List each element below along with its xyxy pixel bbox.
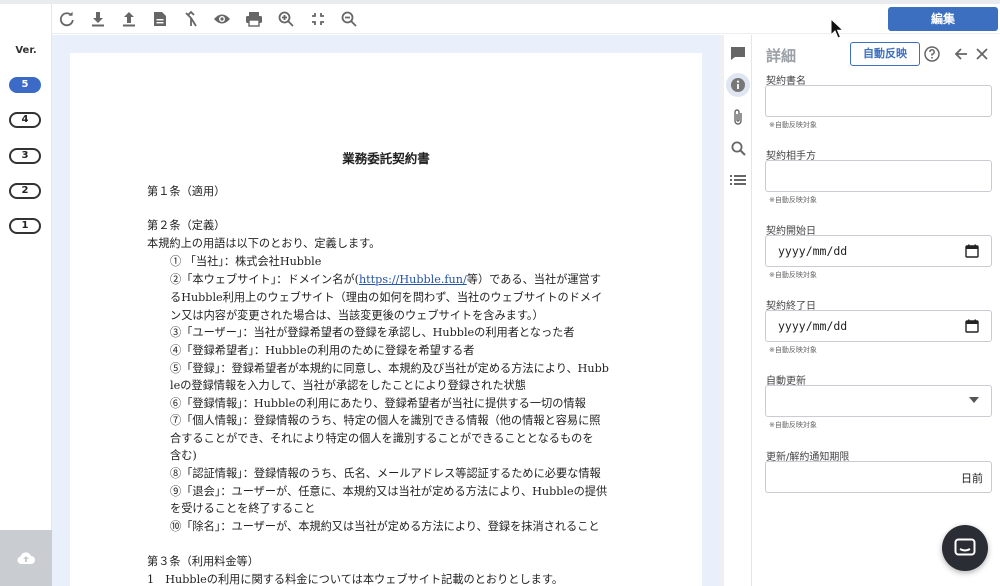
doc-line: leの登録情報を入力して、当社が承認をしたことにより登録された状態 (170, 379, 526, 392)
days-before-suffix: 日前 (961, 472, 983, 485)
document-title: 業務委託契約書 (342, 151, 430, 166)
doc-line: 第３条（利用料金等） (147, 555, 259, 568)
auto-reflect-note: ※自動反映対象 (769, 121, 817, 129)
calendar-icon[interactable] (965, 319, 979, 333)
cloud-upload-icon (17, 552, 35, 564)
version-3-button[interactable]: 3 (9, 148, 41, 164)
chat-button[interactable] (942, 525, 988, 571)
doc-line: ⑧「認証情報」：登録情報のうち、氏名、メールアドレス等認証するために必要な情報 (170, 467, 601, 480)
version-4-button[interactable]: 4 (9, 112, 41, 128)
eye-icon[interactable] (213, 10, 231, 28)
list-icon[interactable] (726, 168, 750, 192)
zoom-out-icon[interactable] (340, 10, 358, 28)
attachment-icon[interactable] (726, 105, 750, 129)
doc-line: 合することができ、それにより特定の個人を識別することができることとなるものを (170, 432, 594, 445)
doc-line: ⑦「個人情報」：登録情報のうち、特定の個人を識別できる情報（他の情報と容易に照 (170, 414, 601, 427)
doc-line: 第１条（適用） (147, 185, 226, 198)
version-title: Ver. (15, 45, 37, 56)
doc-line-text: 等）である、当社が運営す (466, 273, 601, 286)
doc-line: ⑩「除名」：ユーザーが、本規約又は当社が定める方法により、登録を抹消されること (170, 520, 600, 533)
close-icon[interactable] (973, 45, 991, 63)
doc-line-text: ②「本ウェブサイト」：ドメイン名が( (170, 273, 359, 286)
print-icon[interactable] (245, 10, 263, 28)
upload-button[interactable] (0, 530, 52, 586)
document-icon[interactable] (151, 10, 169, 28)
panel-title: 詳細 (766, 47, 797, 65)
doc-line: 第２条（定義） (147, 219, 226, 232)
toolbar (52, 4, 1000, 34)
doc-line: 含む) (170, 449, 197, 462)
auto-reflect-button[interactable]: 自動反映 (850, 42, 920, 66)
doc-line: るHubble利用上のウェブサイト（理由の如何を問わず、当社のウェブサイトのドメ… (170, 291, 603, 304)
end-date-input[interactable]: yyyy/mm/dd (765, 310, 992, 342)
counterparty-input[interactable] (765, 160, 992, 192)
mouse-cursor-icon (830, 18, 845, 39)
doc-line: ④「登録希望者」：Hubbleの利用のために登録を希望する者 (170, 344, 475, 357)
auto-reflect-note: ※自動反映対象 (769, 196, 817, 204)
doc-line: を受けることを終了すること (170, 502, 316, 515)
doc-line: 本規約上の用語は以下のとおり、定義します。 (147, 237, 381, 250)
version-1-button[interactable]: 1 (9, 218, 41, 234)
document-viewer[interactable]: 業務委託契約書 第１条（適用） 第２条（定義） 本規約上の用語は以下のとおり、定… (52, 35, 720, 586)
merge-icon[interactable] (182, 10, 200, 28)
chat-icon (954, 538, 976, 556)
doc-line: 1 Hubbleの利用に関する料金については本ウェブサイト記載のとおりとします。 (147, 573, 564, 586)
contract-name-input[interactable] (765, 85, 992, 117)
start-date-value: yyyy/mm/dd (778, 244, 848, 258)
version-rail: Ver. 5 4 3 2 1 (0, 4, 52, 586)
document-page: 業務委託契約書 第１条（適用） 第２条（定義） 本規約上の用語は以下のとおり、定… (70, 53, 702, 586)
calendar-icon[interactable] (965, 244, 979, 258)
panel-tabs (724, 35, 752, 586)
search-icon[interactable] (726, 136, 750, 160)
comment-icon[interactable] (726, 41, 750, 65)
edit-button[interactable]: 編集 (888, 7, 998, 31)
details-panel: 詳細 自動反映 契約書名 ※自動反映対象 契約相手方 ※自動反映対象 契約開始日… (753, 35, 1000, 586)
notice-deadline-input[interactable]: 日前 (765, 461, 992, 493)
auto-reflect-note: ※自動反映対象 (769, 346, 817, 354)
dropdown-arrow-icon (969, 397, 979, 403)
zoom-in-icon[interactable] (277, 10, 295, 28)
fit-icon[interactable] (309, 10, 327, 28)
auto-renewal-select[interactable] (765, 385, 992, 417)
doc-line: ③「ユーザー」：当社が登録希望者の登録を承認し、Hubbleの利用者となった者 (170, 326, 575, 339)
doc-line: ②「本ウェブサイト」：ドメイン名が(https://Hubble.fun/等）で… (170, 271, 601, 287)
start-date-input[interactable]: yyyy/mm/dd (765, 235, 992, 267)
upload-icon[interactable] (120, 10, 138, 28)
doc-line: ン又は内容が変更された場合は、当該変更後のウェブサイトを含みます。） (170, 309, 544, 322)
doc-line: ⑤「登録」：登録希望者が本規約に同意し、本規約及び当社が定める方法により、Hub… (170, 362, 609, 375)
version-2-button[interactable]: 2 (9, 183, 41, 199)
hubble-link[interactable]: https://Hubble.fun/ (359, 273, 467, 286)
back-arrow-icon[interactable] (952, 45, 970, 63)
info-icon[interactable] (726, 73, 750, 97)
download-icon[interactable] (89, 10, 107, 28)
doc-line: ⑥「登録情報」：Hubbleの利用にあたり、登録希望者が当社に提供する一切の情報 (170, 397, 586, 410)
refresh-icon[interactable] (58, 10, 76, 28)
help-icon[interactable] (923, 45, 941, 63)
auto-reflect-note: ※自動反映対象 (769, 271, 817, 279)
doc-line: ⑨「退会」：ユーザーが、任意に、本規約又は当社が定める方法により、Hubbleの… (170, 485, 608, 498)
auto-reflect-note: ※自動反映対象 (769, 421, 817, 429)
end-date-value: yyyy/mm/dd (778, 319, 848, 333)
version-5-button[interactable]: 5 (9, 77, 41, 93)
doc-line: ① 「当社」：株式会社Hubble (170, 255, 322, 268)
